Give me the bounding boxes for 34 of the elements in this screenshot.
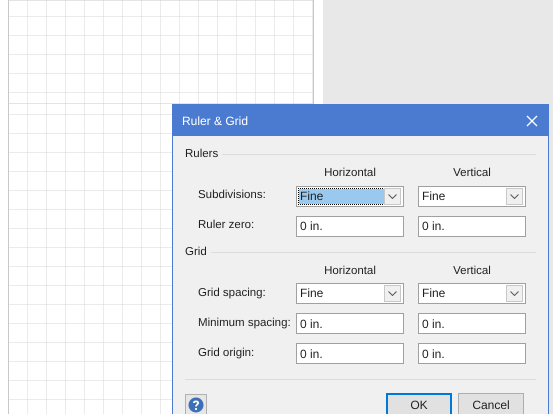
dropdown[interactable]: Fine — [418, 186, 526, 206]
dropdown[interactable]: Fine — [296, 283, 404, 304]
chevron-down-icon[interactable] — [384, 188, 401, 204]
section-heading: Rulers — [185, 147, 218, 162]
column-heading: Horizontal — [323, 264, 377, 279]
field-label: Grid spacing: — [197, 286, 267, 301]
dialog-button[interactable]: Cancel — [458, 393, 524, 414]
input-field[interactable]: 0 in. — [418, 216, 526, 236]
input-field[interactable]: 0 in. — [296, 313, 404, 334]
dialog-button[interactable]: OK — [386, 393, 452, 414]
column-heading: Vertical — [452, 166, 492, 182]
window-title: Ruler & Grid — [182, 112, 248, 130]
column-heading: Horizontal — [323, 166, 377, 182]
dropdown-value: Fine — [421, 188, 446, 204]
dropdown[interactable]: Fine — [296, 186, 404, 206]
close-icon[interactable] — [524, 112, 540, 128]
input-field[interactable]: 0 in. — [296, 343, 404, 364]
help-icon[interactable] — [185, 394, 207, 414]
input-field[interactable]: 0 in. — [418, 343, 526, 364]
field-label: Grid origin: — [197, 346, 256, 361]
section-heading: Grid — [185, 244, 207, 260]
dropdown-value: Fine — [299, 188, 384, 204]
chevron-down-icon[interactable] — [506, 285, 523, 302]
field-label: Minimum spacing: — [197, 316, 292, 331]
column-heading: Vertical — [452, 264, 492, 279]
input-field[interactable]: 0 in. — [296, 216, 404, 236]
chevron-down-icon[interactable] — [506, 188, 523, 204]
dropdown[interactable]: Fine — [418, 283, 526, 304]
field-label: Ruler zero: — [197, 218, 256, 234]
dropdown-value: Fine — [421, 286, 446, 301]
chevron-down-icon[interactable] — [384, 285, 401, 302]
input-field[interactable]: 0 in. — [418, 313, 526, 334]
dropdown-value: Fine — [299, 286, 324, 301]
field-label: Subdivisions: — [197, 188, 267, 204]
